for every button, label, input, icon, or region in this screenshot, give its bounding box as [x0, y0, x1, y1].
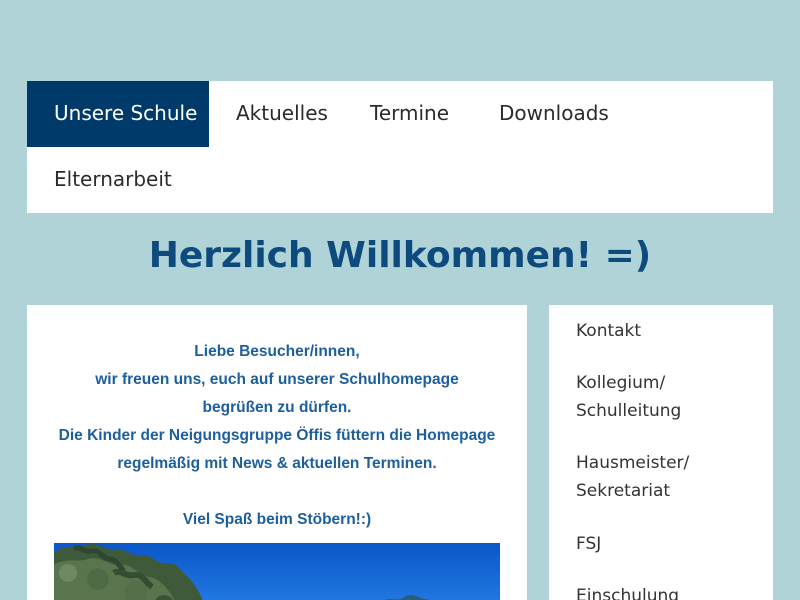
- main-content: Liebe Besucher/innen, wir freuen uns, eu…: [27, 305, 527, 600]
- intro-spacer: [27, 478, 527, 506]
- main-navigation: Unsere Schule Aktuelles Termine Download…: [27, 81, 773, 213]
- nav-item-unsere-schule[interactable]: Unsere Schule: [27, 81, 209, 147]
- page: Unsere Schule Aktuelles Termine Download…: [0, 0, 800, 600]
- intro-line: begrüßen zu dürfen.: [202, 399, 352, 416]
- intro-line: regelmäßig mit News & aktuellen Terminen…: [117, 455, 437, 472]
- nav-item-elternarbeit[interactable]: Elternarbeit: [27, 147, 199, 213]
- tree-image: [54, 543, 500, 600]
- intro-line: Liebe Besucher/innen,: [194, 343, 360, 360]
- sidebar-item-kontakt[interactable]: Kontakt: [576, 317, 761, 345]
- school-photo: [54, 543, 500, 600]
- intro-line: Die Kinder der Neigungsgruppe Öffis fütt…: [58, 427, 496, 444]
- nav-item-aktuelles[interactable]: Aktuelles: [209, 81, 355, 147]
- intro-line: wir freuen uns, euch auf unserer Schulho…: [95, 371, 459, 388]
- sidebar-item-fsj[interactable]: FSJ: [576, 530, 761, 558]
- sidebar-item-hausmeister[interactable]: Hausmeister/ Sekretariat: [576, 449, 706, 505]
- intro-line: Viel Spaß beim Stöbern!:): [182, 511, 372, 528]
- sidebar-item-kollegium[interactable]: Kollegium/ Schulleitung: [576, 369, 696, 425]
- page-title: Herzlich Willkommen! =): [148, 235, 652, 276]
- sidebar: Kontakt Kollegium/ Schulleitung Hausmeis…: [549, 305, 773, 600]
- nav-item-downloads[interactable]: Downloads: [472, 81, 636, 147]
- welcome-text: Liebe Besucher/innen, wir freuen uns, eu…: [27, 338, 527, 534]
- nav-item-termine[interactable]: Termine: [343, 81, 476, 147]
- sidebar-item-einschulung[interactable]: Einschulung: [576, 582, 761, 600]
